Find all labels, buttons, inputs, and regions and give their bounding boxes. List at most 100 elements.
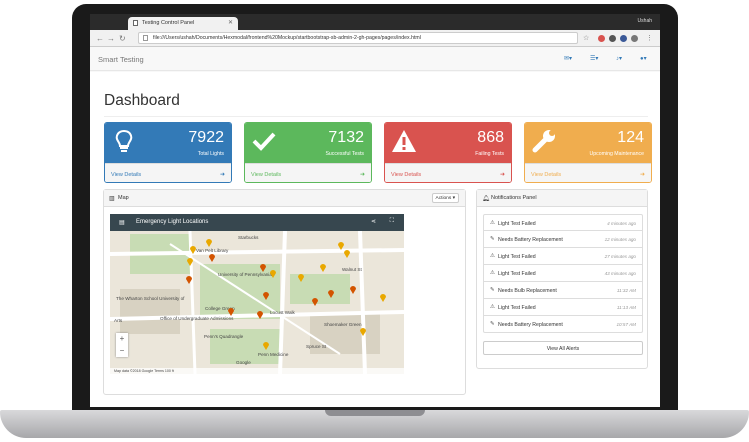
map-pin-icon[interactable] bbox=[312, 298, 318, 306]
map-pin-icon[interactable] bbox=[190, 246, 196, 254]
file-icon bbox=[143, 35, 148, 41]
map-pin-icon[interactable] bbox=[338, 242, 344, 250]
view-details-link[interactable]: View Details ➜ bbox=[245, 163, 371, 182]
wrench-icon bbox=[532, 130, 555, 153]
stat-panel-successful-tests: 7132 Successful Tests View Details ➜ bbox=[244, 122, 372, 183]
close-tab-icon[interactable]: ✕ bbox=[228, 19, 233, 26]
brand[interactable]: Smart Testing bbox=[98, 55, 144, 64]
notification-item[interactable]: ⚠ Light Test Failed 43 minutes ago bbox=[483, 265, 643, 282]
warning-icon bbox=[392, 130, 416, 152]
view-all-alerts-button[interactable]: View All Alerts bbox=[483, 341, 643, 355]
map-pin-icon[interactable] bbox=[328, 290, 334, 298]
tab-title: Testing Control Panel bbox=[142, 20, 195, 26]
map-pin-icon[interactable] bbox=[298, 274, 304, 282]
url-text: file:///Users/ushah/Documents/Hexmodal/f… bbox=[153, 35, 421, 41]
notification-text: Light Test Failed bbox=[498, 271, 536, 277]
browser-toolbar: ← → ↻ file:///Users/ushah/Documents/Hexm… bbox=[90, 30, 660, 47]
map[interactable]: ▤ Emergency Light Locations ⋖ ⛶ Starbuck… bbox=[110, 214, 404, 374]
view-details-link[interactable]: View Details ➜ bbox=[105, 163, 231, 182]
map-label: Walnut St bbox=[342, 267, 362, 272]
arrow-right-icon: ➜ bbox=[219, 172, 225, 178]
map-pin-icon[interactable] bbox=[228, 308, 234, 316]
notifications-heading: 🔔︎ Notifications Panel bbox=[477, 190, 647, 207]
sidebar-toggle-icon[interactable]: ▤ bbox=[119, 219, 125, 226]
notification-time: 11:32 AM bbox=[616, 288, 636, 293]
map-label: Arts bbox=[114, 318, 123, 323]
map-icon: ▥ bbox=[109, 196, 115, 202]
notification-item[interactable]: ✎ Needs Battery Replacement 10:57 AM bbox=[483, 316, 643, 333]
map-pin-icon[interactable] bbox=[380, 294, 386, 302]
notification-text: Needs Battery Replacement bbox=[498, 237, 563, 243]
view-details-link[interactable]: View Details ➜ bbox=[525, 163, 651, 182]
map-pin-icon[interactable] bbox=[186, 276, 192, 284]
map-pin-icon[interactable] bbox=[350, 286, 356, 294]
zoom-out-icon[interactable]: − bbox=[116, 345, 128, 357]
notification-time: 4 minutes ago bbox=[607, 221, 636, 226]
reload-icon[interactable]: ↻ bbox=[119, 34, 126, 43]
bookmark-star-icon[interactable]: ☆ bbox=[583, 34, 589, 42]
panel-heading: 868 Failing Tests bbox=[385, 123, 511, 163]
map-title: Emergency Light Locations bbox=[136, 219, 209, 225]
extension-icon[interactable] bbox=[620, 35, 627, 42]
map-pin-icon[interactable] bbox=[209, 254, 215, 262]
map-pin-icon[interactable] bbox=[263, 292, 269, 300]
map-pin-icon[interactable] bbox=[320, 264, 326, 272]
extension-icon[interactable] bbox=[631, 35, 638, 42]
extension-icon[interactable] bbox=[598, 35, 605, 42]
view-details-label: View Details bbox=[251, 172, 282, 178]
map-pin-icon[interactable] bbox=[263, 342, 269, 350]
map-pin-icon[interactable] bbox=[344, 250, 350, 258]
map-pin-icon[interactable] bbox=[206, 239, 212, 247]
notification-item[interactable]: ⚠ Light Test Failed 27 minutes ago bbox=[483, 248, 643, 265]
top-navbar: Smart Testing ✉▾ ☰▾ ♪▾ ●▾ bbox=[90, 47, 660, 71]
map-pin-icon[interactable] bbox=[360, 328, 366, 336]
notification-item[interactable]: ⚠ Light Test Failed 4 minutes ago bbox=[483, 214, 643, 231]
map-label: Google bbox=[236, 360, 251, 365]
fullscreen-icon[interactable]: ⛶ bbox=[390, 218, 394, 225]
bell-icon[interactable]: ♪▾ bbox=[616, 55, 622, 62]
page-title: Dashboard bbox=[104, 92, 180, 109]
notification-item[interactable]: ✎ Needs Bulb Replacement 11:32 AM bbox=[483, 282, 643, 299]
divider bbox=[104, 116, 648, 117]
map-credit: Map data ©2018 Google Terms 100 ft bbox=[110, 368, 404, 374]
warning-icon: ⚠ bbox=[490, 253, 495, 259]
forward-icon[interactable]: → bbox=[107, 34, 115, 43]
menu-icon[interactable]: ⋮ bbox=[646, 34, 653, 42]
notification-item[interactable]: ✎ Needs Battery Replacement 12 minutes a… bbox=[483, 231, 643, 248]
laptop-frame: Testing Control Panel ✕ Ushah ← → ↻ file… bbox=[0, 0, 749, 442]
notifications-panel: 🔔︎ Notifications Panel ⚠ Light Test Fail… bbox=[476, 189, 648, 369]
extension-icon[interactable] bbox=[609, 35, 616, 42]
stat-label: Successful Tests bbox=[325, 151, 364, 157]
user-icon[interactable]: ●▾ bbox=[640, 55, 647, 62]
panel-heading: 7922 Total Lights bbox=[105, 123, 231, 163]
map-panel-title: Map bbox=[118, 195, 129, 201]
map-pin-icon[interactable] bbox=[187, 258, 193, 266]
profile-name[interactable]: Ushah bbox=[638, 18, 652, 24]
share-icon[interactable]: ⋖ bbox=[371, 218, 376, 225]
map-label: Locust Walk bbox=[270, 310, 295, 315]
view-details-label: View Details bbox=[531, 172, 562, 178]
map-pin-icon[interactable] bbox=[257, 311, 263, 319]
stat-panel-upcoming-maintenance: 124 Upcoming Maintenance View Details ➜ bbox=[524, 122, 652, 183]
check-icon bbox=[252, 132, 276, 151]
page-content: Dashboard 7922 Total Lights View Details… bbox=[90, 72, 660, 407]
actions-dropdown[interactable]: Actions ▾ bbox=[431, 193, 459, 203]
map-label: Penn's Quadrangle bbox=[204, 334, 244, 339]
stat-value: 124 bbox=[617, 129, 644, 146]
zoom-in-icon[interactable]: + bbox=[116, 333, 128, 345]
stat-label: Failing Tests bbox=[475, 151, 504, 157]
notification-item[interactable]: ⚠ Light Test Failed 11:13 AM bbox=[483, 299, 643, 316]
map-pin-icon[interactable] bbox=[260, 264, 266, 272]
address-bar[interactable]: file:///Users/ushah/Documents/Hexmodal/f… bbox=[138, 32, 578, 44]
map-title-bar: ▤ Emergency Light Locations ⋖ ⛶ bbox=[110, 214, 404, 231]
browser-tab[interactable]: Testing Control Panel ✕ bbox=[128, 17, 238, 30]
map-pin-icon[interactable] bbox=[270, 270, 276, 278]
map-zoom-control[interactable]: + − bbox=[116, 333, 128, 357]
lightbulb-icon bbox=[115, 129, 133, 152]
view-details-link[interactable]: View Details ➜ bbox=[385, 163, 511, 182]
notification-text: Needs Battery Replacement bbox=[498, 322, 563, 328]
screen: Testing Control Panel ✕ Ushah ← → ↻ file… bbox=[90, 14, 660, 407]
back-icon[interactable]: ← bbox=[96, 34, 104, 43]
envelope-icon[interactable]: ✉▾ bbox=[564, 55, 572, 62]
tasks-icon[interactable]: ☰▾ bbox=[590, 55, 598, 62]
